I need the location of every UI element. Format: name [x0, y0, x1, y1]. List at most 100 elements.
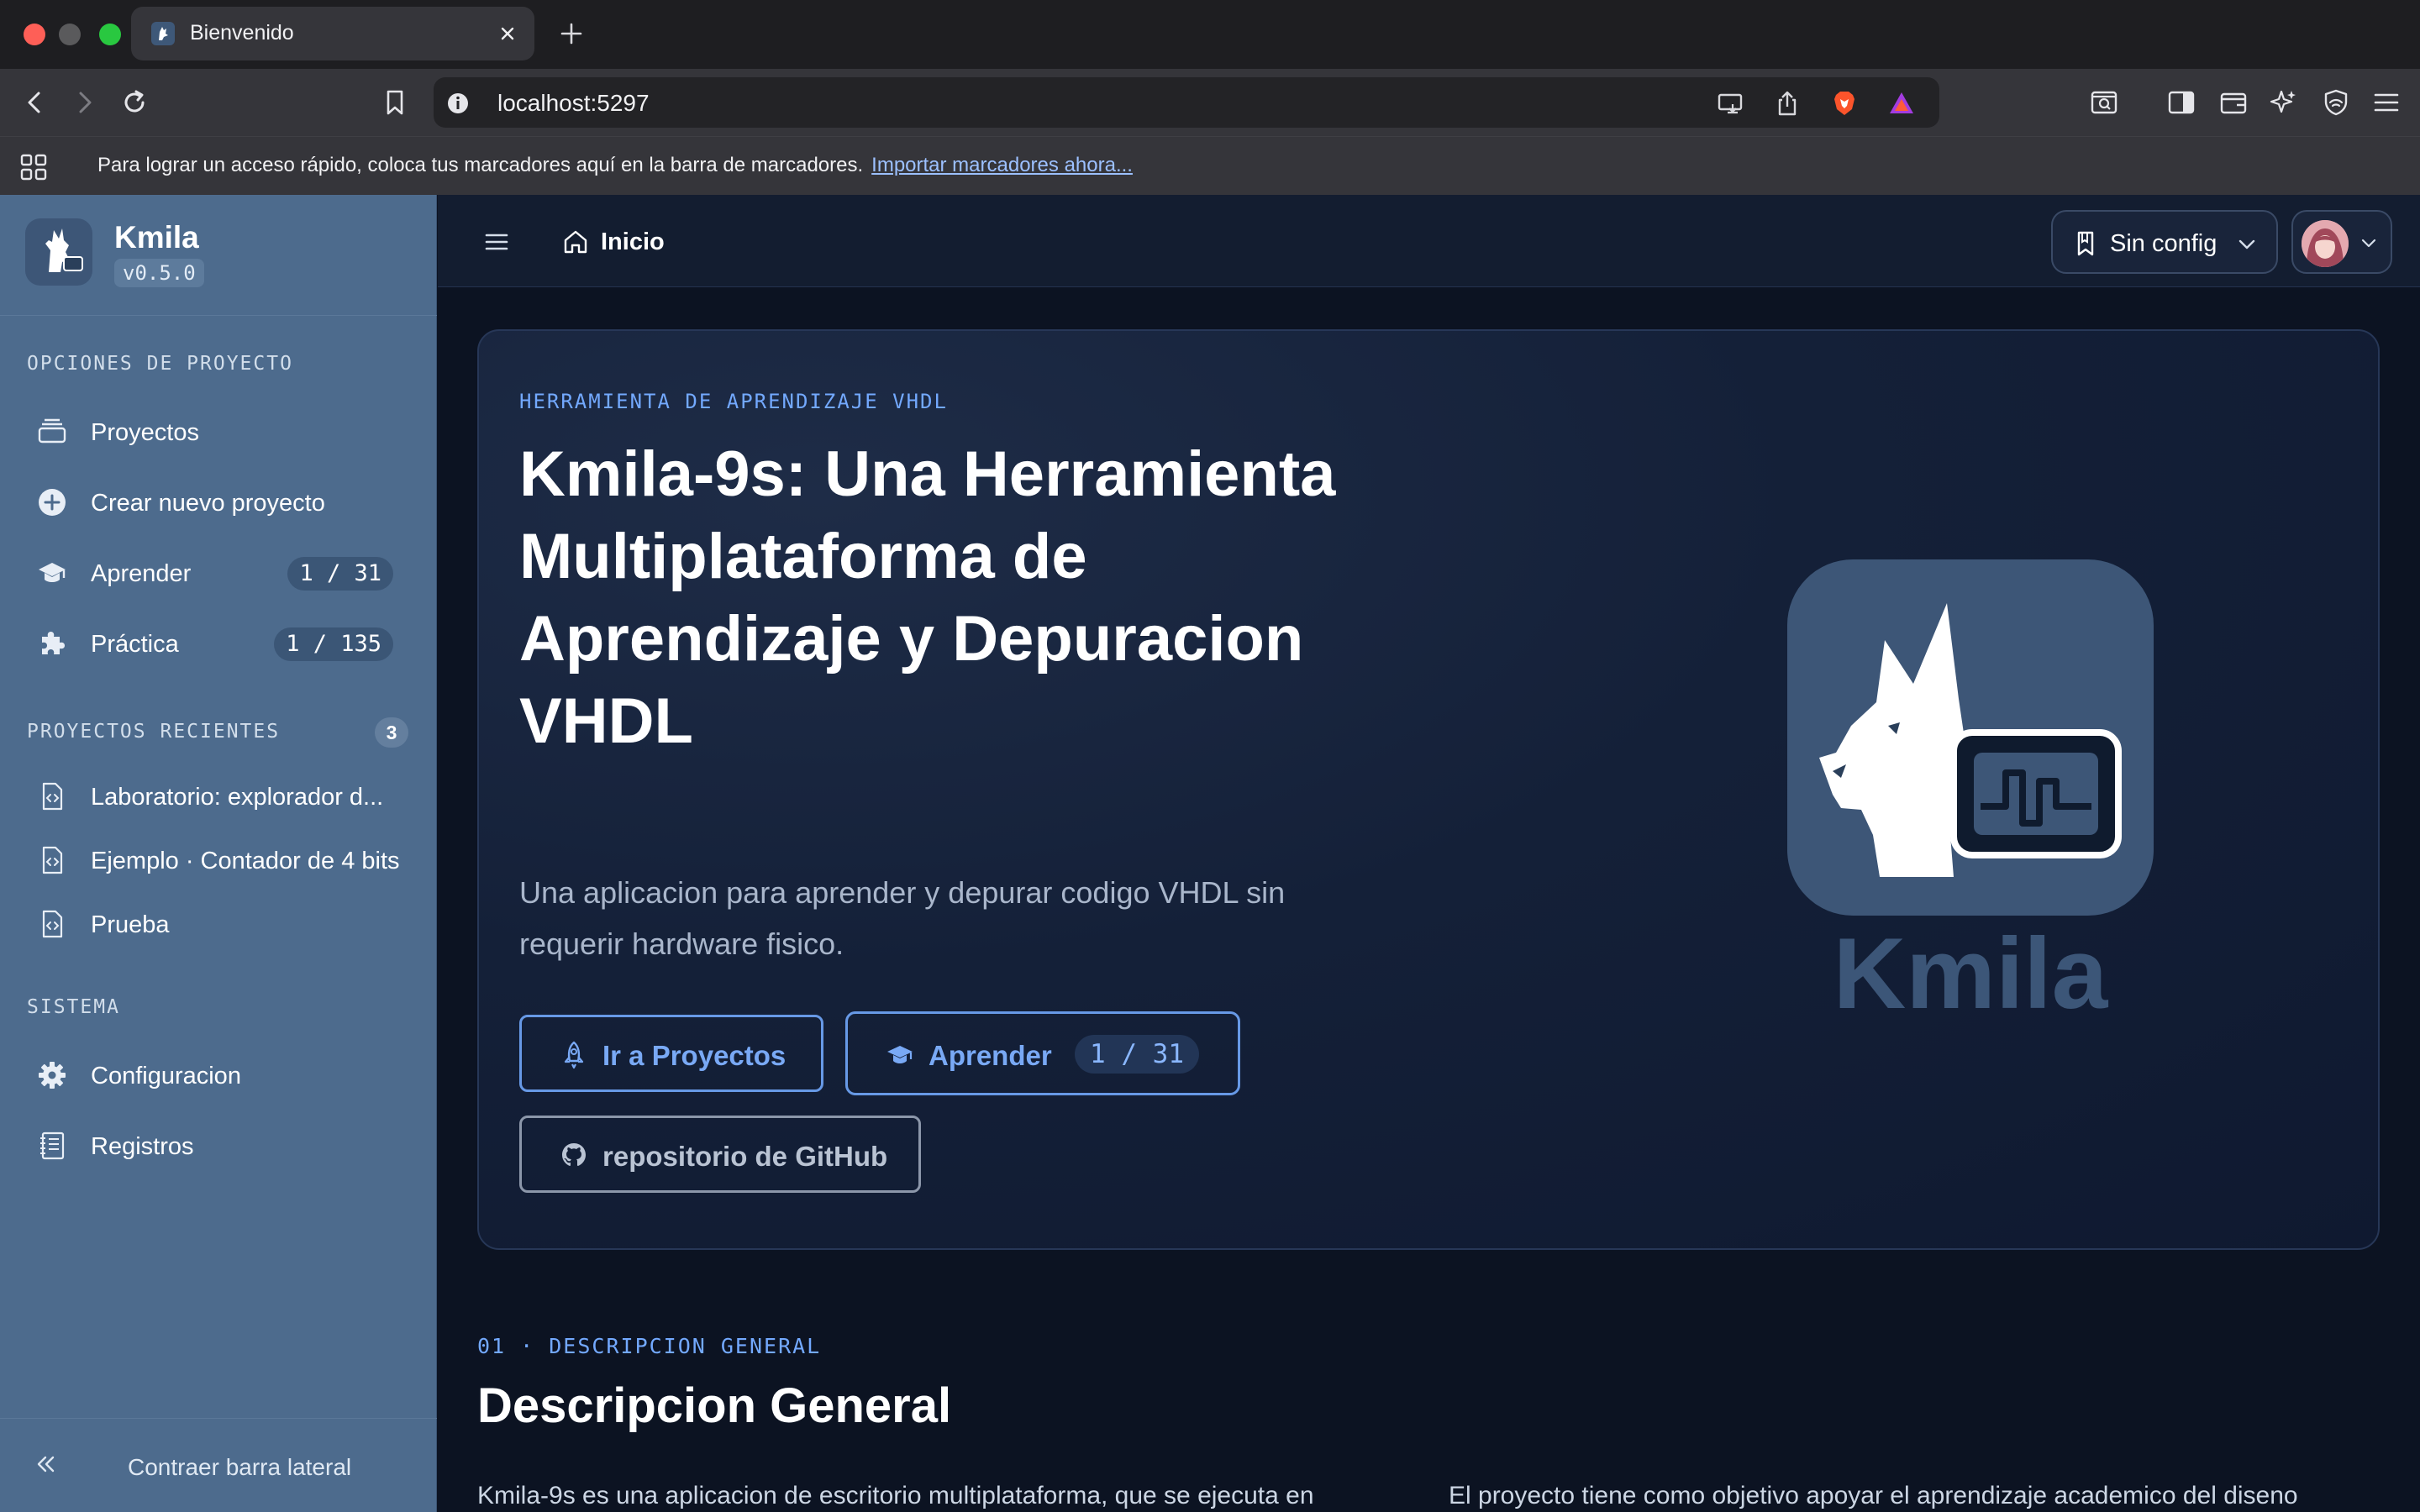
- gear-icon: [37, 1060, 67, 1090]
- brave-shields-icon[interactable]: [1830, 89, 1859, 118]
- version-badge: v0.5.0: [114, 259, 204, 287]
- plus-circle-icon: [37, 487, 67, 517]
- sidebar-item-aprender[interactable]: Aprender 1 / 31: [20, 543, 412, 603]
- app-sidebar: Kmila v0.5.0 OPCIONES DE PROYECTO Proyec…: [0, 195, 437, 1512]
- kmila-logo-icon: [1786, 558, 2155, 919]
- reader-mode-icon[interactable]: [2089, 87, 2119, 118]
- hero-subtitle: Una aplicacion para aprender y depurar c…: [519, 875, 1286, 961]
- reload-icon[interactable]: [119, 87, 150, 118]
- notebook-icon: [37, 1131, 67, 1161]
- config-label: Sin config: [2110, 230, 2217, 257]
- sidebar-brand: Kmila v0.5.0: [0, 195, 437, 316]
- brand-name: Kmila: [114, 220, 199, 255]
- brave-rewards-icon[interactable]: [1887, 89, 1916, 118]
- collapse-sidebar-label: Contraer barra lateral: [128, 1454, 352, 1480]
- sidebar-item-practica[interactable]: Práctica 1 / 135: [20, 613, 412, 674]
- bookmark-icon: [2073, 230, 2098, 257]
- go-to-projects-button[interactable]: Ir a Proyectos: [519, 1015, 823, 1092]
- github-repo-button[interactable]: repositorio de GitHub: [519, 1116, 921, 1193]
- vpn-shield-icon[interactable]: [2321, 87, 2351, 118]
- forward-icon[interactable]: [69, 87, 99, 118]
- code-file-icon: [37, 845, 67, 875]
- minimize-window-button[interactable]: [59, 24, 81, 45]
- stack-icon: [37, 417, 67, 447]
- maximize-window-button[interactable]: [99, 24, 121, 45]
- graduation-cap-icon: [37, 558, 67, 588]
- user-menu-button[interactable]: [2291, 210, 2392, 274]
- bookmark-icon[interactable]: [380, 87, 410, 118]
- config-selector-button[interactable]: Sin config: [2051, 210, 2278, 274]
- leo-ai-icon[interactable]: [2269, 87, 2299, 118]
- overview-paragraph-right: El proyecto tiene como objetivo apoyar e…: [1449, 1482, 2298, 1509]
- browser-tab-active[interactable]: Bienvenido: [131, 7, 534, 60]
- overview-title: Descripcion General: [477, 1378, 952, 1433]
- sidebar-item-label: Aprender: [91, 560, 192, 587]
- recent-project-label: Ejemplo · Contador de 4 bits: [91, 848, 400, 874]
- browser-menu-icon[interactable]: [2371, 87, 2402, 118]
- sidebar-item-label: Práctica: [91, 631, 179, 658]
- url-text[interactable]: localhost:5297: [497, 90, 650, 117]
- bookmarks-hint: Para lograr un acceso rápido, coloca tus…: [97, 154, 1133, 177]
- puzzle-icon: [37, 628, 67, 659]
- recent-project-label: Laboratorio: explorador d...: [91, 784, 384, 811]
- sidebar-item-proyectos[interactable]: Proyectos: [20, 402, 412, 462]
- learn-progress-badge: 1 / 31: [1075, 1035, 1199, 1074]
- overview-paragraph-left: Kmila-9s es una aplicacion de escritorio…: [477, 1482, 1314, 1509]
- close-tab-icon[interactable]: [496, 22, 519, 45]
- section-recent-projects: PROYECTOS RECIENTES: [27, 721, 281, 743]
- overview-eyebrow: 01 · DESCRIPCION GENERAL: [477, 1334, 822, 1358]
- go-to-projects-label: Ir a Proyectos: [602, 1040, 786, 1071]
- sidebar-toggle-icon[interactable]: [2166, 87, 2196, 118]
- cast-icon[interactable]: [1716, 89, 1744, 118]
- main-header: Inicio Sin config: [438, 195, 2420, 287]
- sidebar-item-label: Registros: [91, 1133, 194, 1160]
- sidebar-item-configuracion[interactable]: Configuracion: [20, 1045, 412, 1105]
- new-tab-icon[interactable]: [558, 20, 585, 47]
- hero-eyebrow: HERRAMIENTA DE APRENDIZAJE VHDL: [519, 390, 948, 413]
- hero-title: Kmila-9s: Una Herramienta Multiplataform…: [519, 438, 1336, 757]
- browser-toolbar: localhost:5297: [0, 69, 2420, 136]
- import-bookmarks-link[interactable]: Importar marcadores ahora...: [871, 154, 1133, 176]
- sidebar-item-crear-proyecto[interactable]: Crear nuevo proyecto: [20, 472, 412, 533]
- hero-card: HERRAMIENTA DE APRENDIZAJE VHDL Kmila-9s…: [477, 329, 2380, 1250]
- recent-project-item[interactable]: Prueba: [20, 894, 412, 954]
- browser-tab-bar: Bienvenido: [0, 0, 2420, 69]
- apps-grid-icon[interactable]: [18, 152, 49, 182]
- bookmarks-bar: Para lograr un acceso rápido, coloca tus…: [0, 136, 2420, 195]
- logo-wordmark: Kmila: [1833, 917, 2108, 1030]
- code-file-icon: [37, 781, 67, 811]
- progress-badge: 1 / 31: [287, 557, 393, 591]
- wallet-icon[interactable]: [2218, 87, 2249, 118]
- avatar: [2302, 220, 2349, 267]
- chevron-down-icon: [2236, 234, 2258, 255]
- sidebar-item-label: Configuracion: [91, 1063, 241, 1089]
- progress-badge: 1 / 135: [274, 627, 393, 661]
- rocket-icon: [560, 1041, 587, 1069]
- chevrons-left-icon: [32, 1451, 59, 1478]
- home-icon: [562, 228, 589, 255]
- learn-button[interactable]: Aprender 1 / 31: [845, 1011, 1240, 1095]
- kmila-logo-icon: [25, 218, 92, 286]
- section-system: SISTEMA: [27, 996, 120, 1018]
- sidebar-item-label: Proyectos: [91, 419, 199, 446]
- section-project-options: OPCIONES DE PROYECTO: [27, 353, 293, 375]
- site-info-icon[interactable]: [445, 91, 471, 116]
- recent-project-label: Prueba: [91, 911, 170, 938]
- hamburger-menu-icon[interactable]: [481, 227, 512, 257]
- tab-title: Bienvenido: [190, 21, 294, 45]
- kmila-favicon-icon: [151, 22, 175, 45]
- code-file-icon: [37, 909, 67, 939]
- address-bar[interactable]: localhost:5297: [434, 77, 1939, 128]
- github-icon: [560, 1142, 587, 1170]
- recent-project-item[interactable]: Laboratorio: explorador d...: [20, 766, 412, 827]
- back-icon[interactable]: [20, 87, 50, 118]
- chevron-down-icon: [2359, 234, 2379, 254]
- breadcrumb[interactable]: Inicio: [601, 228, 665, 256]
- recent-project-item[interactable]: Ejemplo · Contador de 4 bits: [20, 830, 412, 890]
- collapse-sidebar-button[interactable]: Contraer barra lateral: [0, 1418, 437, 1512]
- bookmarks-hint-text: Para lograr un acceso rápido, coloca tus…: [97, 154, 864, 176]
- close-window-button[interactable]: [24, 24, 45, 45]
- sidebar-item-label: Crear nuevo proyecto: [91, 490, 325, 517]
- sidebar-item-registros[interactable]: Registros: [20, 1116, 412, 1176]
- share-icon[interactable]: [1773, 89, 1802, 118]
